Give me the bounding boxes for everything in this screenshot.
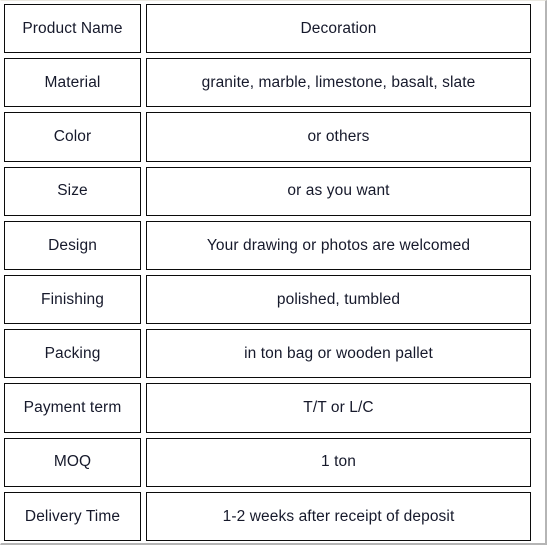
- spec-value-cell: T/T or L/C: [146, 383, 531, 433]
- spec-value-cell: granite, marble, limestone, basalt, slat…: [146, 58, 531, 108]
- spec-label-cell: MOQ: [4, 437, 141, 487]
- table-row: Design Your drawing or photos are welcome…: [4, 220, 531, 271]
- table-row: MOQ 1 ton: [4, 437, 531, 487]
- spec-label-cell: Product Name: [4, 4, 141, 54]
- spec-label-cell: Material: [4, 58, 141, 108]
- table-row: Packing in ton bag or wooden pallet: [4, 329, 531, 379]
- spec-label-cell: Packing: [4, 329, 141, 379]
- spec-value-cell: in ton bag or wooden pallet: [146, 329, 531, 379]
- spec-label-cell: Size: [4, 166, 141, 216]
- product-spec-frame: Product Name Decoration Material granite, m…: [0, 0, 547, 545]
- spec-label-cell: Design: [4, 220, 141, 271]
- spec-label-cell: Finishing: [4, 275, 141, 325]
- table-row: Size or as you want: [4, 166, 531, 216]
- spec-label-cell: Payment term: [4, 383, 141, 433]
- spec-value-cell: polished, tumbled: [146, 275, 531, 325]
- table-row: Color or others: [4, 112, 531, 162]
- spec-value-cell: 1-2 weeks after receipt of deposit: [146, 491, 531, 542]
- spec-value-cell: Decoration: [146, 4, 531, 54]
- table-row: Finishing polished, tumbled: [4, 275, 531, 325]
- table-row: Payment term T/T or L/C: [4, 383, 531, 433]
- spec-value-cell: or others: [146, 112, 531, 162]
- spec-label-cell: Color: [4, 112, 141, 162]
- table-row: Delivery Time 1-2 weeks after receipt of …: [4, 491, 531, 542]
- spec-label-cell: Delivery Time: [4, 491, 141, 542]
- spec-value-cell: Your drawing or photos are welcomed: [146, 220, 531, 271]
- table-row: Product Name Decoration: [4, 4, 531, 54]
- spec-value-cell: 1 ton: [146, 437, 531, 487]
- spec-value-cell: or as you want: [146, 166, 531, 216]
- table-row: Material granite, marble, limestone, basa…: [4, 58, 531, 108]
- product-specification-table: Product Name Decoration Material granite, m…: [4, 4, 531, 542]
